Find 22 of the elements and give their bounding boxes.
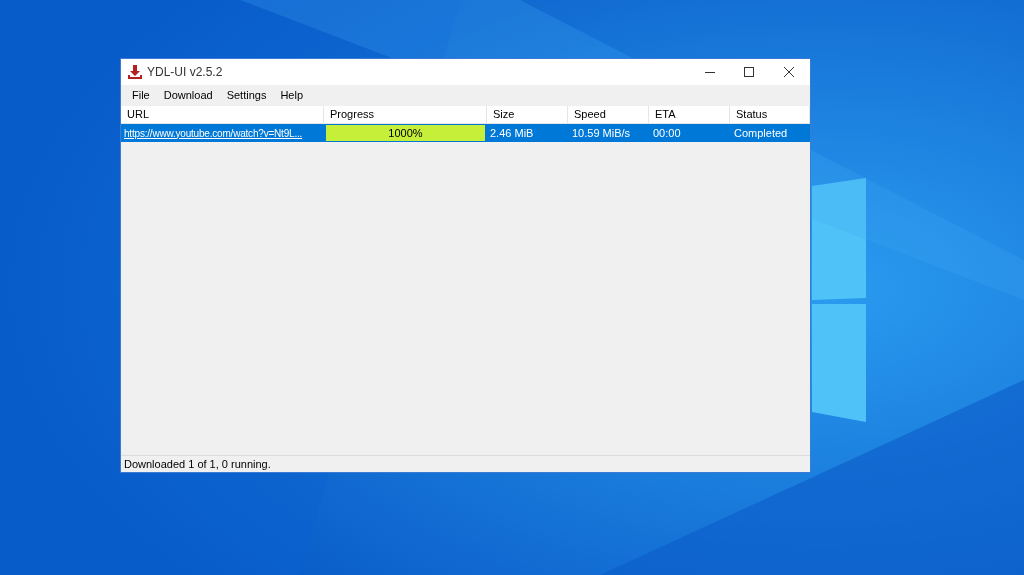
column-header[interactable]: URL: [121, 106, 324, 123]
column-header[interactable]: Status: [730, 106, 810, 123]
column-header[interactable]: Progress: [324, 106, 487, 123]
column-header[interactable]: Size: [487, 106, 568, 123]
table-cell-text: 10.59 MiB/s: [571, 125, 632, 141]
menu-item[interactable]: Download: [157, 85, 219, 106]
window-title: YDL-UI v2.5.2: [147, 64, 223, 81]
menu-item[interactable]: Help: [274, 85, 310, 106]
menu-item[interactable]: Settings: [220, 85, 273, 106]
progress-text: 1000%: [387, 125, 424, 141]
column-header[interactable]: Speed: [568, 106, 649, 123]
maximize-icon[interactable]: [744, 67, 754, 77]
download-icon: [128, 65, 142, 79]
table-cell-text: Completed: [733, 125, 789, 141]
table-row[interactable]: https://www.youtube.com/watch?v=Nt9L... 1000% 2.46 MiB 10.59 MiB/s 00:00 Completed: [121, 124, 810, 142]
close-icon[interactable]: [784, 67, 794, 77]
menu-item[interactable]: File: [126, 85, 156, 106]
table-cell-text: 2.46 MiB: [489, 125, 535, 141]
url-link[interactable]: https://www.youtube.com/watch?v=Nt9L...: [121, 124, 324, 142]
table-cell-text: 00:00: [652, 125, 682, 141]
status-text: Downloaded 1 of 1, 0 running.: [121, 455, 810, 472]
column-header[interactable]: ETA: [649, 106, 730, 123]
